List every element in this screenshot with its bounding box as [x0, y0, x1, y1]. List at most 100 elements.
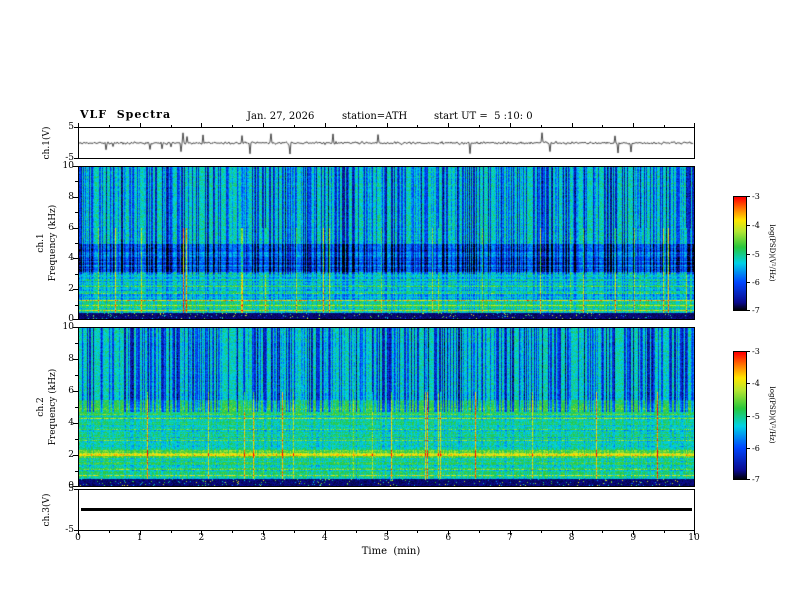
colorbar-2 — [733, 351, 747, 480]
ylabel-ch1-volts: ch.1(V) — [42, 126, 52, 160]
x-tick-label: 7 — [507, 533, 513, 543]
tick-mark — [108, 125, 110, 127]
ch3-flat-trace — [81, 508, 692, 511]
y-tick-label: 6 — [68, 386, 74, 396]
tick-mark — [602, 531, 604, 533]
tick-mark — [448, 123, 450, 127]
colorbar-tick-label: -7 — [752, 306, 760, 315]
tick-mark — [74, 158, 78, 159]
tick-mark — [201, 123, 203, 127]
y-tick-label: 4 — [68, 418, 74, 428]
tick-mark — [747, 224, 750, 226]
y-tick-label: 2 — [68, 284, 74, 295]
tick-mark — [509, 123, 511, 127]
x-tick-label: 3 — [260, 533, 266, 543]
tick-mark — [78, 123, 79, 127]
tick-mark — [479, 125, 481, 127]
tick-mark — [747, 310, 750, 311]
y-tick-label: 8 — [68, 191, 74, 202]
ch1-waveform-canvas — [79, 128, 694, 158]
tick-mark — [747, 196, 750, 197]
x-tick-label: 2 — [198, 533, 205, 543]
tick-mark — [664, 531, 666, 533]
tick-mark — [75, 304, 78, 306]
tick-mark — [74, 127, 78, 128]
tick-mark — [747, 479, 750, 480]
tick-mark — [479, 531, 481, 533]
header-start-ut: start UT = 5 :10: 0 — [434, 111, 533, 122]
tick-mark — [355, 531, 357, 533]
tick-mark — [75, 375, 78, 376]
tick-mark — [540, 531, 542, 533]
x-tick-label: 10 — [688, 533, 700, 543]
tick-mark — [74, 489, 78, 490]
colorbar-tick-label: -6 — [752, 443, 760, 453]
ylabel-ch2-frequency: Frequency (kHz) — [48, 368, 58, 446]
tick-mark — [386, 123, 388, 127]
ch2-spectrogram-canvas — [79, 328, 694, 486]
tick-mark — [571, 123, 573, 127]
x-tick-label: 1 — [136, 533, 143, 543]
tick-mark — [170, 125, 172, 127]
colorbar-tick-label: -5 — [752, 249, 760, 259]
y-tick-label: 10 — [62, 161, 74, 171]
ylabel-ch3-volts: ch.3(V) — [42, 493, 52, 527]
y-tick-label: 8 — [68, 354, 74, 364]
tick-mark — [75, 243, 78, 244]
tick-mark — [75, 407, 78, 408]
tick-mark — [633, 123, 635, 127]
colorbar-tick-label: -5 — [752, 411, 760, 421]
x-tick-label: 8 — [568, 533, 575, 543]
tick-mark — [293, 531, 295, 533]
tick-mark — [75, 181, 78, 183]
x-tick-label: 5 — [383, 533, 390, 543]
y-tick-label: -5 — [65, 525, 74, 535]
y-tick-label: 10 — [62, 322, 74, 332]
tick-mark — [263, 123, 265, 127]
colorbar-tick-label: -3 — [752, 347, 760, 356]
y-tick-label: 6 — [68, 222, 74, 233]
tick-mark — [139, 123, 141, 127]
ch1-spectrogram-canvas — [79, 167, 694, 319]
tick-mark — [417, 531, 419, 533]
colorbar-tick-label: -4 — [752, 379, 760, 389]
tick-mark — [747, 383, 750, 385]
tick-mark — [170, 531, 172, 533]
y-tick-label: 4 — [68, 253, 74, 264]
tick-mark — [747, 447, 750, 449]
panel-ch2-spectrogram — [78, 327, 695, 487]
tick-mark — [75, 212, 78, 214]
colorbar-tick-label: -7 — [752, 475, 760, 484]
colorbar-1-canvas — [734, 197, 746, 310]
y-tick-label: 2 — [68, 450, 74, 460]
tick-mark — [232, 125, 234, 127]
colorbar-tick-label: -6 — [752, 278, 760, 288]
tick-mark — [417, 125, 419, 127]
tick-mark — [293, 125, 295, 127]
tick-mark — [324, 123, 326, 127]
colorbar-1 — [733, 196, 747, 311]
tick-mark — [74, 530, 78, 531]
x-tick-label: 9 — [630, 533, 637, 543]
tick-mark — [747, 415, 750, 417]
x-tick-label: 4 — [321, 533, 328, 543]
tick-mark — [747, 253, 750, 255]
tick-mark — [540, 125, 542, 127]
colorbar-tick-label: -3 — [752, 192, 760, 201]
x-tick-label: 6 — [445, 533, 452, 543]
colorbar-tick-label: -4 — [752, 220, 760, 230]
tick-mark — [75, 273, 78, 275]
tick-mark — [602, 125, 604, 127]
panel-ch1-waveform — [78, 127, 695, 159]
tick-mark — [75, 343, 78, 344]
tick-mark — [75, 439, 78, 440]
tick-mark — [664, 125, 666, 127]
header-date: Jan. 27, 2026 — [247, 111, 315, 122]
panel-ch1-spectrogram — [78, 166, 695, 320]
ylabel-ch1-frequency: Frequency (kHz) — [48, 204, 58, 282]
vlf-spectra-figure: VLF Spectra Jan. 27, 2026 station=ATH st… — [0, 0, 792, 612]
tick-mark — [232, 531, 234, 533]
time-axis-label: Time (min) — [361, 546, 421, 557]
y-tick-label: 0 — [68, 481, 74, 491]
tick-mark — [108, 531, 110, 533]
